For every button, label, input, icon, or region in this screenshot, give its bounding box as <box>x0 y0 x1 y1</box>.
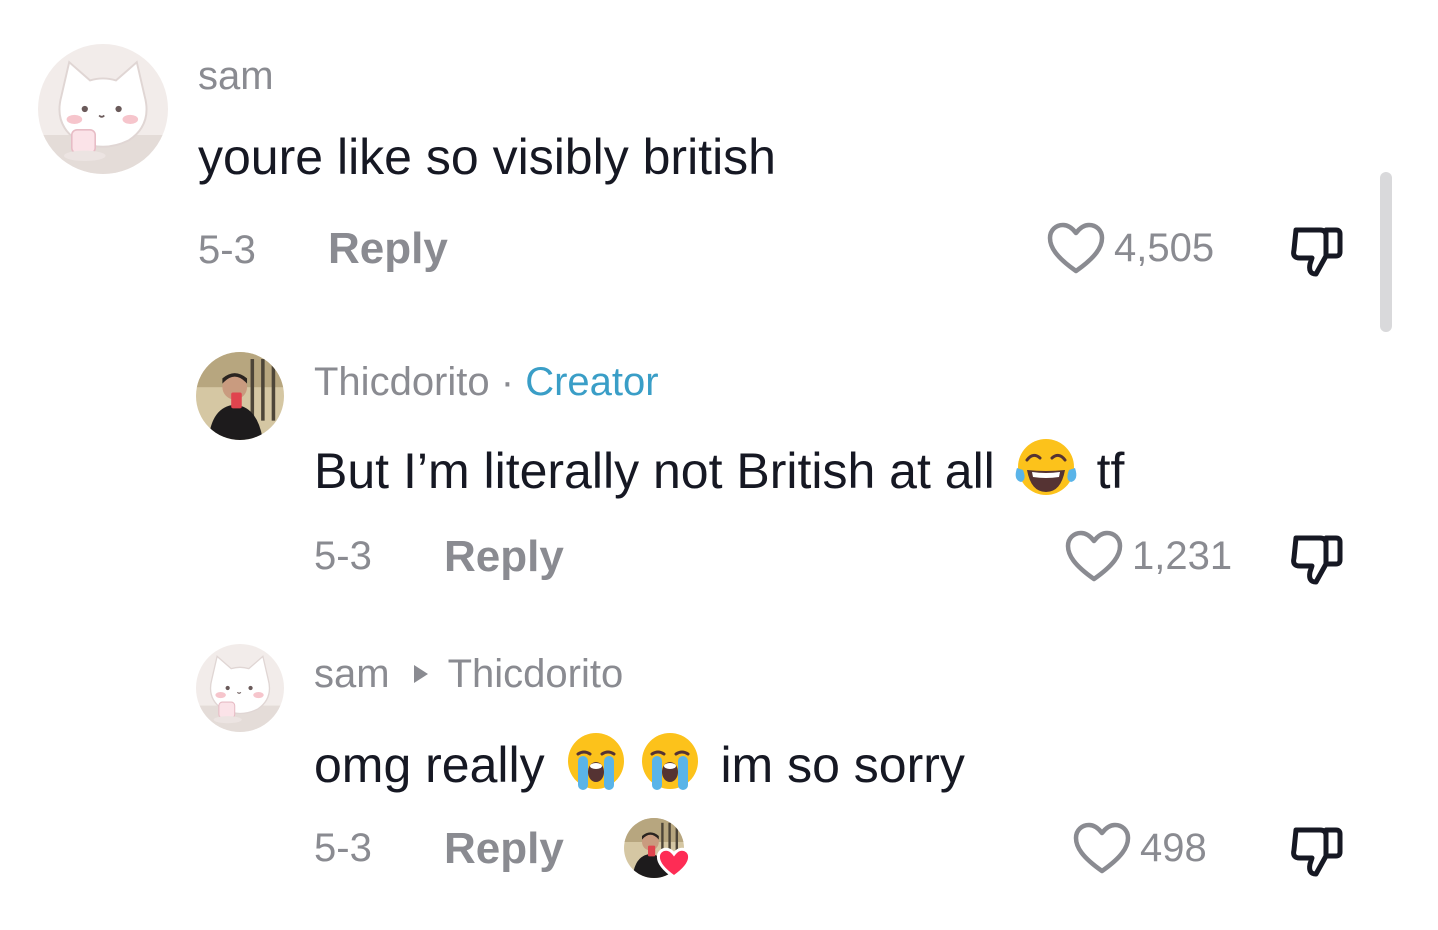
dislike-icon[interactable] <box>1286 528 1346 588</box>
reply-button[interactable]: Reply <box>328 224 448 274</box>
like-count: 1,231 <box>1132 533 1233 578</box>
creator-liked-heart-icon <box>624 818 692 884</box>
comment-text-before: But I’m literally not British at all <box>314 443 995 499</box>
like-button[interactable]: 498 <box>1072 818 1207 878</box>
comment-text-after: tf <box>1096 443 1125 499</box>
creator-badge: Creator <box>525 360 659 404</box>
reply-button[interactable]: Reply <box>444 824 564 874</box>
heart-icon <box>1072 821 1132 875</box>
comment-date: 5-3 <box>314 534 372 578</box>
comment-username-line: Thicdorito · Creator <box>314 360 659 405</box>
comment-text: omg really im so sorry <box>314 728 965 794</box>
like-button[interactable]: 1,231 <box>1064 526 1232 586</box>
dislike-icon[interactable] <box>1286 220 1346 280</box>
dislike-icon[interactable] <box>1286 820 1346 880</box>
reply-arrow-icon <box>413 665 428 684</box>
comment-text-before: omg really <box>314 737 545 793</box>
reply-to-username[interactable]: Thicdorito <box>448 652 624 696</box>
person-selfie-avatar-icon[interactable] <box>196 352 284 440</box>
comment-username[interactable]: Thicdorito <box>314 360 490 404</box>
loudly-crying-emoji-icon <box>637 728 703 794</box>
heart-badge-icon <box>656 847 692 879</box>
comment-username[interactable]: sam <box>314 652 390 696</box>
comment-date: 5-3 <box>198 228 256 272</box>
tears-of-joy-emoji-icon <box>1013 434 1079 500</box>
cat-avatar-icon[interactable] <box>196 644 284 732</box>
heart-icon <box>1064 529 1124 583</box>
like-button[interactable]: 4,505 <box>1046 218 1214 278</box>
cat-avatar-icon[interactable] <box>38 44 168 174</box>
comment-text-after: im so sorry <box>720 737 965 793</box>
reply-button[interactable]: Reply <box>444 532 564 582</box>
comment-date: 5-3 <box>314 826 372 870</box>
scrollbar[interactable] <box>1380 172 1392 332</box>
username-separator: · <box>500 360 515 404</box>
comment-text: youre like so visibly british <box>198 129 776 185</box>
comment-username[interactable]: sam <box>198 54 274 99</box>
like-count: 4,505 <box>1114 225 1215 270</box>
heart-icon <box>1046 221 1106 275</box>
loudly-crying-emoji-icon <box>563 728 629 794</box>
like-count: 498 <box>1140 825 1207 870</box>
comment-username-line: sam Thicdorito <box>314 652 623 697</box>
comment-text: But I’m literally not British at all tf <box>314 434 1124 500</box>
